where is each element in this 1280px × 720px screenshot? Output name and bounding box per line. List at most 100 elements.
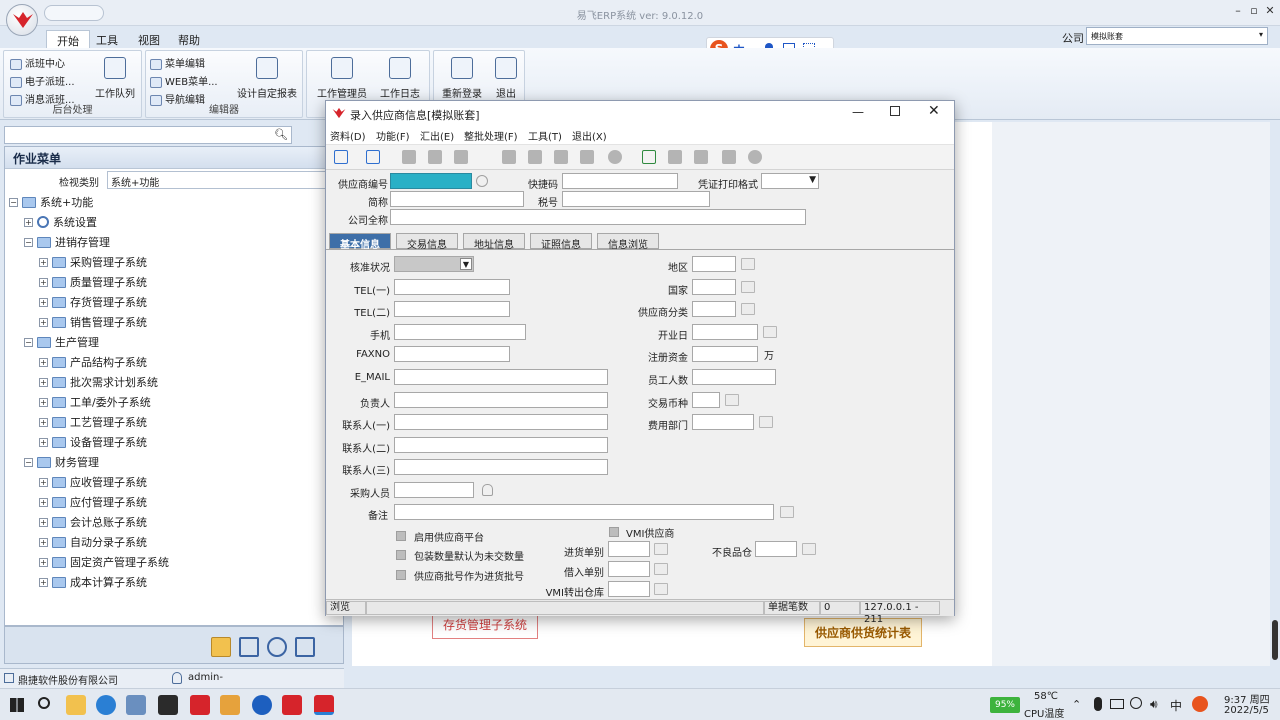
scrollbar-thumb[interactable] <box>1272 620 1278 660</box>
expand-toggle-icon[interactable]: + <box>24 217 33 227</box>
windows-start-icon[interactable] <box>10 698 24 712</box>
supplier-batch-checkbox[interactable] <box>396 570 406 580</box>
company-select[interactable]: 模拟账套 ▾ <box>1086 27 1268 45</box>
lookup-icon[interactable] <box>763 325 777 338</box>
confirm-icon[interactable] <box>668 150 682 164</box>
dialog-minimize-button[interactable]: — <box>852 105 864 119</box>
left-field-input[interactable]: ▼ <box>394 256 474 272</box>
tree-node[interactable]: + 存货管理子系统 <box>39 293 147 311</box>
left-field-input[interactable] <box>394 301 510 318</box>
right-field-input[interactable] <box>692 369 776 385</box>
clock-date[interactable]: 2022/5/5 <box>1224 705 1269 716</box>
menu-tools[interactable]: 工具(T) <box>528 128 562 143</box>
left-field-input[interactable] <box>394 369 608 385</box>
tree-node[interactable]: − 进销存管理 <box>24 233 110 251</box>
work-log-button[interactable]: 工作日志 <box>375 55 425 100</box>
remark-expand-icon[interactable] <box>780 506 794 518</box>
quick-code-input[interactable] <box>562 173 678 189</box>
tab-tools[interactable]: 工具 <box>86 30 128 48</box>
tree-node[interactable]: + 批次需求计划系统 <box>39 373 158 391</box>
volume-icon[interactable]: 🔊︎ <box>1150 697 1158 712</box>
expand-toggle-icon[interactable]: − <box>24 237 33 247</box>
tree-node[interactable]: + 固定资产管理子系统 <box>39 553 169 571</box>
quick-access-toolbar[interactable] <box>44 5 104 21</box>
tree-node[interactable]: + 设备管理子系统 <box>39 433 147 451</box>
file-explorer-icon[interactable] <box>66 695 86 715</box>
menu-edit-item[interactable]: 菜单编辑 <box>150 55 205 70</box>
lookup-icon[interactable] <box>741 280 755 293</box>
web-menu-item[interactable]: WEB菜单... <box>150 73 218 88</box>
vmi-warehouse-input[interactable] <box>608 581 650 597</box>
search-icon[interactable] <box>38 697 50 709</box>
vmi-warehouse-lookup-icon[interactable] <box>654 583 668 595</box>
expand-toggle-icon[interactable]: + <box>39 537 48 547</box>
edge-icon[interactable] <box>96 695 116 715</box>
tree-node[interactable]: + 成本计算子系统 <box>39 573 147 591</box>
tab-license-info[interactable]: 证照信息 <box>530 233 592 251</box>
left-field-input[interactable] <box>394 436 608 453</box>
tray-sogou-icon[interactable] <box>1192 696 1208 712</box>
expand-toggle-icon[interactable]: + <box>39 357 48 367</box>
right-field-input[interactable] <box>692 414 754 431</box>
expand-toggle-icon[interactable]: + <box>39 577 48 587</box>
tree-node[interactable]: + 采购管理子系统 <box>39 253 147 271</box>
erp-icon-2[interactable] <box>314 695 334 715</box>
borrow-type-lookup-icon[interactable] <box>654 563 668 575</box>
view-category-select[interactable]: 系统+功能 <box>107 171 343 189</box>
tree-node[interactable]: − 系统+功能 <box>9 193 93 211</box>
tree-node[interactable]: + 产品结构子系统 <box>39 353 147 371</box>
expand-toggle-icon[interactable]: + <box>39 297 48 307</box>
expand-toggle-icon[interactable]: + <box>39 477 48 487</box>
buyer-lookup-icon[interactable] <box>482 484 493 496</box>
tool-icon-1[interactable] <box>211 637 231 657</box>
app-logo-icon[interactable] <box>6 4 38 36</box>
ime-indicator-icon[interactable]: 中 <box>1170 697 1182 714</box>
tab-basic-info[interactable]: 基本信息 <box>329 233 391 251</box>
borrow-type-input[interactable] <box>608 561 650 577</box>
exit-button[interactable]: 退出 <box>490 55 522 100</box>
menu-function[interactable]: 功能(F) <box>376 128 410 143</box>
tree-node[interactable]: + 自动分录子系统 <box>39 533 147 551</box>
tree-node[interactable]: + 销售管理子系统 <box>39 313 147 331</box>
relogin-button[interactable]: 重新登录 <box>438 55 486 100</box>
lookup-icon[interactable] <box>741 303 755 316</box>
right-field-input[interactable] <box>692 301 736 318</box>
close-button[interactable]: ✕ <box>1260 4 1280 20</box>
previous-record-icon[interactable] <box>528 150 542 164</box>
expand-toggle-icon[interactable]: + <box>39 317 48 327</box>
defect-warehouse-lookup-icon[interactable] <box>802 543 816 555</box>
tray-expand-icon[interactable]: ⌃ <box>1072 698 1081 711</box>
tab-address-info[interactable]: 地址信息 <box>463 233 525 251</box>
tree-node[interactable]: + 系统设置 <box>24 213 97 231</box>
app-icon-3[interactable] <box>220 695 240 715</box>
dialog-maximize-button[interactable] <box>890 106 900 116</box>
menu-exit[interactable]: 退出(X) <box>572 128 607 143</box>
tree-node[interactable]: − 财务管理 <box>24 453 99 471</box>
refresh-icon[interactable] <box>608 150 622 164</box>
tab-browse-info[interactable]: 信息浏览 <box>597 233 659 251</box>
left-field-input[interactable] <box>394 278 510 295</box>
tab-view[interactable]: 视图 <box>128 30 170 48</box>
dialog-close-button[interactable]: ✕ <box>928 103 940 119</box>
expand-toggle-icon[interactable]: + <box>39 377 48 387</box>
defect-warehouse-input[interactable] <box>755 541 797 557</box>
print-icon[interactable] <box>454 150 468 164</box>
expand-toggle-icon[interactable]: + <box>39 437 48 447</box>
dispatch-center-item[interactable]: 派班中心 <box>10 55 65 70</box>
right-field-input[interactable] <box>692 323 758 340</box>
receipt-type-lookup-icon[interactable] <box>654 543 668 555</box>
left-field-input[interactable] <box>394 482 474 498</box>
tray-display-icon[interactable] <box>1110 699 1124 709</box>
tray-mic-icon[interactable] <box>1094 697 1102 711</box>
wps-icon[interactable] <box>190 695 210 715</box>
left-field-input[interactable] <box>394 346 510 363</box>
expand-toggle-icon[interactable]: + <box>39 257 48 267</box>
right-field-input[interactable] <box>692 346 758 363</box>
tree-node[interactable]: + 工艺管理子系统 <box>39 413 147 431</box>
help-icon[interactable] <box>748 150 762 164</box>
lookup-icon[interactable] <box>725 393 739 406</box>
expand-toggle-icon[interactable]: + <box>39 557 48 567</box>
next-record-icon[interactable] <box>554 150 568 164</box>
expand-toggle-icon[interactable]: + <box>39 417 48 427</box>
search-icon[interactable]: 🔍︎ <box>274 128 288 141</box>
